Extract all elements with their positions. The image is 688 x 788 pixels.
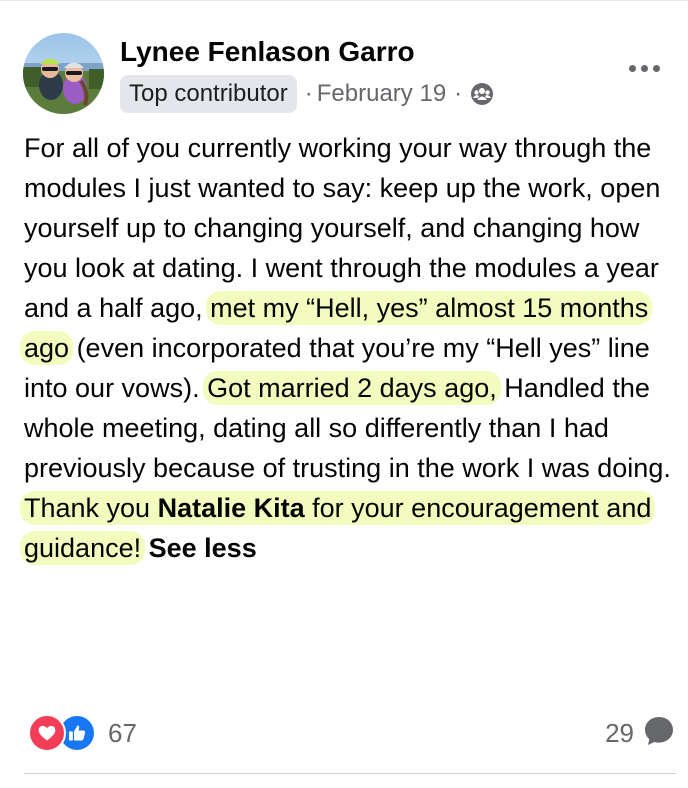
reactions-summary[interactable]: 67 [28, 714, 137, 752]
more-options-dot [652, 64, 660, 72]
comment-bubble-icon [642, 714, 676, 753]
thanks-text: Thank you [24, 493, 158, 523]
post-meta: Top contributor · February 19 · [120, 74, 494, 114]
post-body: For all of you currently working your wa… [20, 128, 674, 568]
author-name[interactable]: Lynee Fenlason Garro [120, 36, 415, 68]
highlight-married: Got married 2 days ago, [203, 371, 501, 405]
avatar[interactable] [23, 33, 104, 114]
group-icon [470, 82, 494, 106]
top-divider [0, 0, 688, 1]
more-options-icon [628, 64, 636, 72]
see-less-link[interactable]: See less [149, 533, 257, 563]
post-text: For all of you currently working your wa… [20, 128, 674, 568]
more-options-button[interactable] [622, 54, 666, 82]
mention-natalie-kita[interactable]: Natalie Kita [158, 493, 305, 523]
reaction-count: 67 [108, 717, 137, 748]
post-date[interactable]: February 19 [317, 80, 446, 108]
more-options-dot [640, 64, 648, 72]
comments-summary[interactable]: 29 [605, 715, 676, 751]
meta-separator: · [304, 80, 313, 107]
comment-count: 29 [605, 717, 634, 748]
bottom-divider [24, 773, 676, 774]
love-reaction-icon [28, 714, 66, 752]
highlight-thanks: Thank you Natalie Kita for your encourag… [20, 491, 656, 565]
top-contributor-badge[interactable]: Top contributor [120, 75, 297, 113]
meta-separator-2: · [454, 80, 463, 107]
